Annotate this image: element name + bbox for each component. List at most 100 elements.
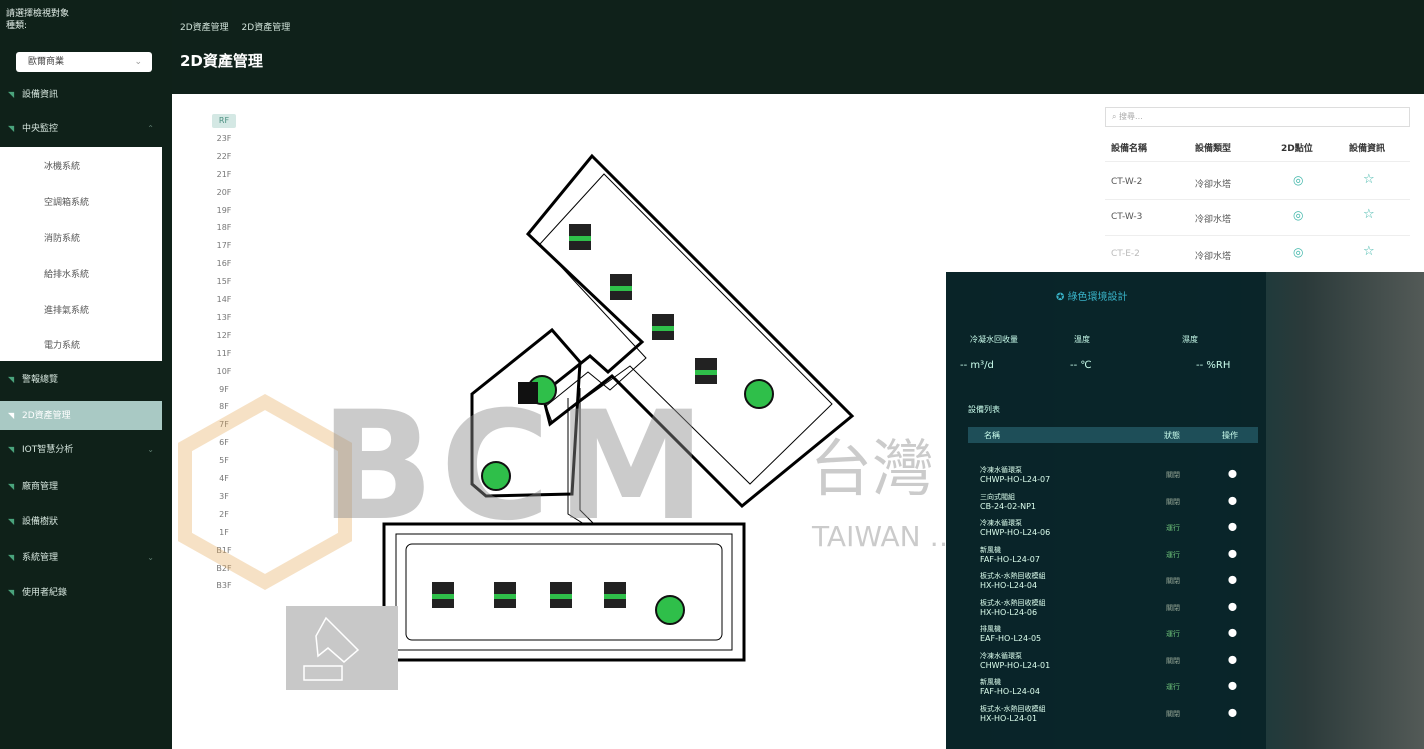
locate-icon[interactable]: ⬤: [1228, 496, 1237, 505]
list-header-cell: 名稱: [984, 431, 1000, 440]
search-placeholder: 搜尋...: [1119, 112, 1143, 121]
device-status: 運行: [1166, 550, 1180, 559]
sidebar: 請選擇檢視對象 種類: 歐爾商業 ⌄ ◥ 設備資訊 ◥ 中央監控 ⌃ 冰機系統 空調箱…: [0, 0, 172, 749]
device-type: 冷凍水循環泵: [980, 466, 1022, 474]
sidebar-item-user-log[interactable]: ◥ 使用者紀錄: [0, 581, 172, 605]
building-select[interactable]: 歐爾商業 ⌄: [16, 52, 152, 72]
prompt-line: 請選擇檢視對象: [6, 9, 70, 19]
device-code: HX-HO-L24-06: [980, 607, 1038, 617]
sidebar-item-label: IOT智慧分析: [22, 445, 74, 455]
submenu-item[interactable]: 冰機系統: [44, 159, 80, 172]
cell-type: 冷卻水塔: [1195, 252, 1232, 262]
sidebar-item-central-monitor[interactable]: ◥ 中央監控 ⌃: [0, 117, 172, 141]
device-status: 運行: [1166, 630, 1180, 638]
device-type: 板式水-水熱回收模組: [980, 598, 1046, 607]
metric-label: 冷凝水回收量: [970, 335, 1018, 344]
sidebar-item-label: 2D資產管理: [22, 411, 71, 421]
menu-icon: ◥: [8, 517, 15, 526]
sidebar-item-alarms[interactable]: ◥ 警報總覽: [0, 368, 172, 392]
green-design-overlay: ✪ 綠色環境設計 冷凝水回收量 溫度 濕度 -- m³/d -- ℃ -- %R…: [946, 272, 1424, 749]
search-input[interactable]: ⌕ 搜尋...: [1105, 107, 1410, 127]
breadcrumb: 2D資產管理 2D資產管理: [180, 20, 300, 33]
sidebar-item-iot[interactable]: ◥ IOT智慧分析 ⌄: [0, 438, 172, 462]
locate-icon[interactable]: ⬤: [1228, 708, 1237, 717]
locate-icon[interactable]: ⬤: [1228, 628, 1237, 637]
menu-icon: ◥: [8, 445, 15, 454]
locate-icon[interactable]: ⬤: [1228, 602, 1237, 611]
submenu-item[interactable]: 電力系統: [44, 338, 80, 351]
submenu-item[interactable]: 給排水系統: [44, 267, 89, 280]
sidebar-item-2d-asset[interactable]: ◥ 2D資產管理: [0, 401, 162, 430]
device-type: 冷凍水循環泵: [980, 519, 1022, 527]
overlay-title-text: 綠色環境設計: [1067, 292, 1128, 303]
device-code: CHWP-HO-L24-06: [980, 528, 1051, 537]
list-header-cell: 狀態: [1164, 431, 1180, 440]
menu-icon: ◥: [8, 482, 15, 491]
device-name: 三向式閥組 CB-24-02-NP1: [980, 493, 1180, 511]
locate-icon[interactable]: ⬤: [1228, 522, 1237, 531]
device-name: 排風機 EAF-HO-L24-05: [980, 625, 1180, 643]
submenu-item[interactable]: 空調箱系統: [44, 195, 89, 208]
cell-type: 冷卻水塔: [1195, 215, 1232, 225]
device-type: 三向式閥組: [980, 492, 1015, 501]
menu-icon: ◥: [8, 553, 15, 562]
sidebar-item-label: 中央監控: [22, 124, 59, 134]
chevron-down-icon: ⌄: [134, 57, 142, 67]
sidebar-item-label: 警報總覽: [22, 375, 59, 385]
cell-name: CT-W-3: [1111, 212, 1143, 222]
cell-name: CT-E-2: [1111, 249, 1140, 259]
sidebar-item-system[interactable]: ◥ 系統管理 ⌄: [0, 546, 172, 570]
device-type: 冷凍水循環泵: [980, 651, 1022, 660]
metric-unit: m³/d: [970, 360, 994, 371]
metric-value: -- m³/d: [960, 360, 994, 371]
star-icon[interactable]: ☆: [1363, 207, 1375, 222]
prompt-line: 種類:: [6, 21, 28, 31]
locate-icon[interactable]: ⬤: [1228, 681, 1237, 690]
device-code: CB-24-02-NP1: [980, 501, 1036, 511]
device-name: 新風機 FAF-HO-L24-07: [980, 546, 1180, 564]
list-header: 名稱 狀態 操作: [968, 427, 1258, 443]
minimap[interactable]: [286, 606, 398, 690]
selector-prompt: 請選擇檢視對象 種類:: [6, 8, 69, 32]
metric-dash: --: [1070, 360, 1078, 371]
list-title: 設備列表: [968, 405, 1000, 414]
locate-icon[interactable]: ⬤: [1228, 575, 1237, 584]
metric-value: -- ℃: [1070, 360, 1092, 371]
star-icon[interactable]: ☆: [1363, 172, 1375, 187]
device-type: 板式水-水熱回收模組: [980, 572, 1046, 580]
sidebar-item-vendors[interactable]: ◥ 廠商管理: [0, 475, 172, 499]
submenu-item[interactable]: 進排氣系統: [44, 303, 89, 316]
sidebar-item-label: 系統管理: [22, 553, 59, 563]
column-header: 設備類型: [1195, 144, 1232, 154]
cell-name: CT-W-2: [1111, 177, 1143, 187]
menu-icon: ◥: [8, 411, 15, 420]
device-code: HX-HO-L24-04: [980, 581, 1038, 590]
star-icon[interactable]: ☆: [1363, 244, 1375, 259]
submenu-item[interactable]: 消防系統: [44, 231, 80, 244]
locate-icon[interactable]: ⬤: [1228, 655, 1237, 664]
sidebar-item-label: 設備樹狀: [22, 517, 59, 527]
breadcrumb-item[interactable]: 2D資產管理: [180, 23, 229, 33]
location-pin-icon[interactable]: ◎: [1293, 173, 1303, 187]
menu-icon: ◥: [8, 375, 15, 384]
device-status: 關閉: [1166, 471, 1180, 479]
device-status: 關閉: [1166, 656, 1180, 665]
sidebar-item-device-info[interactable]: ◥ 設備資訊: [0, 83, 172, 107]
sidebar-item-device-tree[interactable]: ◥ 設備樹狀: [0, 510, 172, 534]
location-pin-icon[interactable]: ◎: [1293, 208, 1303, 222]
column-header: 設備名稱: [1111, 144, 1148, 154]
gear-icon: ✪: [1056, 292, 1068, 303]
device-name: 冷凍水循環泵 CHWP-HO-L24-07: [980, 466, 1180, 484]
row-divider: [1105, 161, 1410, 162]
overlay-panel: ✪ 綠色環境設計 冷凝水回收量 溫度 濕度 -- m³/d -- ℃ -- %R…: [946, 272, 1266, 749]
page-title: 2D資產管理: [180, 52, 263, 70]
locate-icon[interactable]: ⬤: [1228, 549, 1237, 558]
metric-unit: ℃: [1080, 360, 1092, 371]
locate-icon[interactable]: ⬤: [1228, 469, 1237, 478]
location-pin-icon[interactable]: ◎: [1293, 245, 1303, 259]
device-name: 冷凍水循環泵 CHWP-HO-L24-06: [980, 519, 1180, 537]
column-header: 設備資訊: [1349, 144, 1386, 154]
sidebar-item-label: 使用者紀錄: [22, 588, 68, 598]
device-code: EAF-HO-L24-05: [980, 634, 1042, 643]
device-name: 板式水-水熱回收模組 HX-HO-L24-04: [980, 572, 1180, 590]
